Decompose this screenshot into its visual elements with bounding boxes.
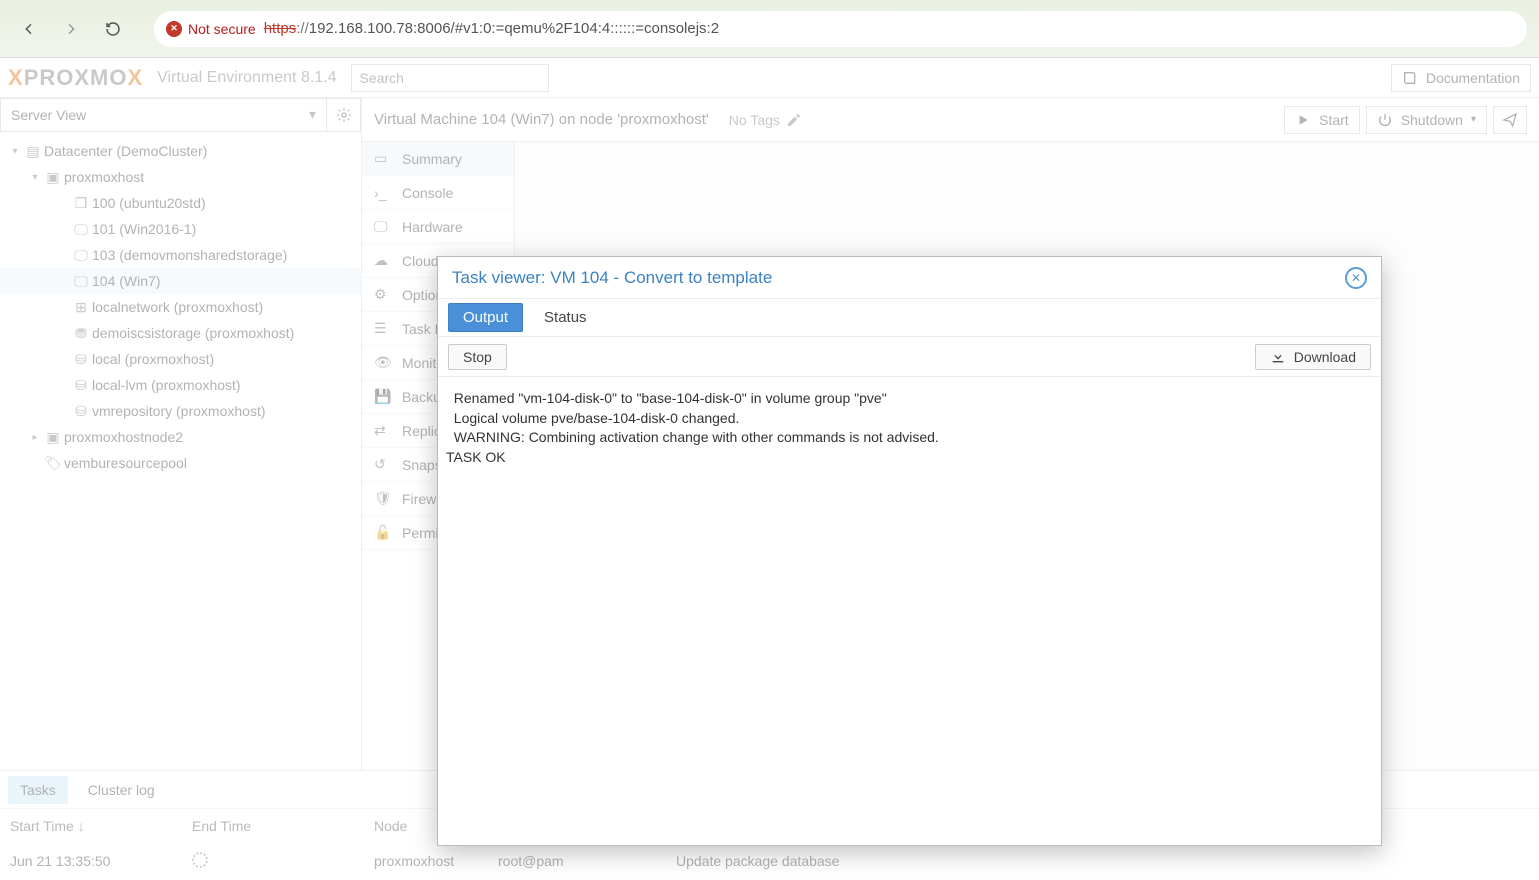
- grid-icon: ⊞: [70, 299, 92, 316]
- tree-vm103[interactable]: 🖵103 (demovmonsharedstorage): [0, 242, 361, 268]
- not-secure-badge[interactable]: Not secure: [166, 21, 256, 37]
- chevron-down-icon: ▾: [1471, 114, 1476, 125]
- tag-icon: 🏷: [42, 455, 64, 472]
- topbar: XPROXMOX Virtual Environment 8.1.4 Docum…: [0, 58, 1539, 98]
- tree-local[interactable]: ⛁local (proxmoxhost): [0, 346, 361, 372]
- nav-reload-button[interactable]: [96, 12, 130, 46]
- task-output: Renamed "vm-104-disk-0" to "base-104-dis…: [438, 377, 1381, 845]
- tab-cluster-log[interactable]: Cluster log: [76, 776, 167, 804]
- sidebar: Server View▾ ▾▤Datacenter (DemoCluster) …: [0, 98, 362, 770]
- url-text: https://192.168.100.78:8006/#v1:0:=qemu%…: [264, 20, 719, 37]
- stop-button[interactable]: Stop: [448, 344, 507, 370]
- server-icon: ▣: [42, 429, 64, 446]
- close-icon: ✕: [1351, 271, 1361, 285]
- gear-button[interactable]: [327, 98, 361, 132]
- datacenter-icon: ▤: [22, 143, 44, 160]
- sync-icon: ⇄: [374, 422, 390, 439]
- cell-desc: Update package database: [666, 853, 1539, 869]
- tree-host1[interactable]: ▾▣proxmoxhost: [0, 164, 361, 190]
- pencil-icon: [786, 112, 802, 128]
- menu-summary[interactable]: ▭Summary: [362, 142, 514, 176]
- col-end[interactable]: End Time: [182, 818, 364, 834]
- tags-area[interactable]: No Tags: [729, 112, 802, 128]
- unlock-icon: 🔓: [374, 524, 390, 541]
- eye-icon: 👁: [374, 354, 390, 371]
- close-button[interactable]: ✕: [1345, 267, 1367, 289]
- tree-repo[interactable]: ⛁vmrepository (proxmoxhost): [0, 398, 361, 424]
- cell-start: Jun 21 13:35:50: [0, 853, 182, 869]
- cube-icon: ❒: [70, 195, 92, 212]
- send-icon: [1502, 112, 1518, 128]
- col-start[interactable]: Start Time ↓: [0, 818, 182, 834]
- tree-host2[interactable]: ▸▣proxmoxhostnode2: [0, 424, 361, 450]
- url-bar[interactable]: Not secure https://192.168.100.78:8006/#…: [154, 11, 1527, 47]
- tree-iscsi[interactable]: ⛃demoiscsistorage (proxmoxhost): [0, 320, 361, 346]
- tab-tasks[interactable]: Tasks: [8, 776, 68, 804]
- tree-lvm[interactable]: ⛁local-lvm (proxmoxhost): [0, 372, 361, 398]
- nav-forward-button[interactable]: [54, 12, 88, 46]
- download-icon: [1270, 349, 1286, 365]
- main-toolbar: Virtual Machine 104 (Win7) on node 'prox…: [362, 98, 1539, 142]
- play-icon: [1295, 112, 1311, 128]
- cloud-icon: ☁: [374, 252, 390, 269]
- book-icon: [1402, 70, 1418, 86]
- download-button[interactable]: Download: [1255, 344, 1371, 370]
- console-launch-button[interactable]: [1493, 106, 1527, 134]
- not-secure-label: Not secure: [188, 21, 256, 37]
- spinner-icon: [192, 852, 208, 868]
- task-row[interactable]: Jun 21 13:35:50 proxmoxhost root@pam Upd…: [0, 842, 1539, 880]
- power-icon: [1377, 112, 1393, 128]
- version-label: Virtual Environment 8.1.4: [157, 69, 336, 87]
- nav-back-button[interactable]: [12, 12, 46, 46]
- proxmox-logo[interactable]: XPROXMOX: [8, 65, 143, 91]
- browser-chrome: Not secure https://192.168.100.78:8006/#…: [0, 0, 1539, 58]
- dialog-title: Task viewer: VM 104 - Convert to templat…: [452, 268, 772, 288]
- terminal-icon: ›_: [374, 185, 390, 201]
- tree-vm104[interactable]: 🖵104 (Win7): [0, 268, 361, 294]
- tab-output[interactable]: Output: [448, 303, 523, 332]
- server-icon: ▣: [42, 169, 64, 186]
- monitor-icon: 🖵: [70, 273, 92, 290]
- gear-icon: [336, 107, 352, 123]
- chevron-down-icon: ▾: [309, 106, 316, 123]
- tree-vm100[interactable]: ❒100 (ubuntu20std): [0, 190, 361, 216]
- tree-datacenter[interactable]: ▾▤Datacenter (DemoCluster): [0, 138, 361, 164]
- disk-icon: ⛁: [70, 377, 92, 394]
- resource-tree: ▾▤Datacenter (DemoCluster) ▾▣proxmoxhost…: [0, 132, 361, 770]
- tree-vm101[interactable]: 🖵101 (Win2016-1): [0, 216, 361, 242]
- book-icon: ▭: [374, 150, 390, 167]
- search-input[interactable]: [351, 64, 549, 92]
- monitor-icon: 🖵: [70, 247, 92, 264]
- monitor-icon: 🖵: [374, 218, 390, 235]
- warning-icon: [166, 21, 182, 37]
- history-icon: ↺: [374, 456, 390, 473]
- list-icon: ☰: [374, 320, 390, 337]
- shutdown-button[interactable]: Shutdown▾: [1366, 106, 1487, 134]
- gear-icon: ⚙: [374, 286, 390, 303]
- monitor-icon: 🖵: [70, 221, 92, 238]
- menu-hardware[interactable]: 🖵Hardware: [362, 210, 514, 244]
- shield-icon: 🛡: [374, 490, 390, 507]
- cell-end: [182, 852, 364, 871]
- task-viewer-dialog: Task viewer: VM 104 - Convert to templat…: [437, 256, 1382, 846]
- server-view-selector[interactable]: Server View▾: [0, 98, 327, 132]
- disk-icon: ⛁: [70, 403, 92, 420]
- disk-icon: ⛃: [70, 325, 92, 342]
- vm-title: Virtual Machine 104 (Win7) on node 'prox…: [374, 111, 709, 128]
- cell-user: root@pam: [488, 853, 666, 869]
- documentation-button[interactable]: Documentation: [1391, 64, 1531, 92]
- menu-console[interactable]: ›_Console: [362, 176, 514, 210]
- tab-status[interactable]: Status: [529, 303, 602, 332]
- disk-icon: ⛁: [70, 351, 92, 368]
- tree-pool[interactable]: 🏷vemburesourcepool: [0, 450, 361, 476]
- tree-network[interactable]: ⊞localnetwork (proxmoxhost): [0, 294, 361, 320]
- save-icon: 💾: [374, 388, 390, 405]
- cell-node: proxmoxhost: [364, 853, 488, 869]
- start-button[interactable]: Start: [1284, 106, 1360, 134]
